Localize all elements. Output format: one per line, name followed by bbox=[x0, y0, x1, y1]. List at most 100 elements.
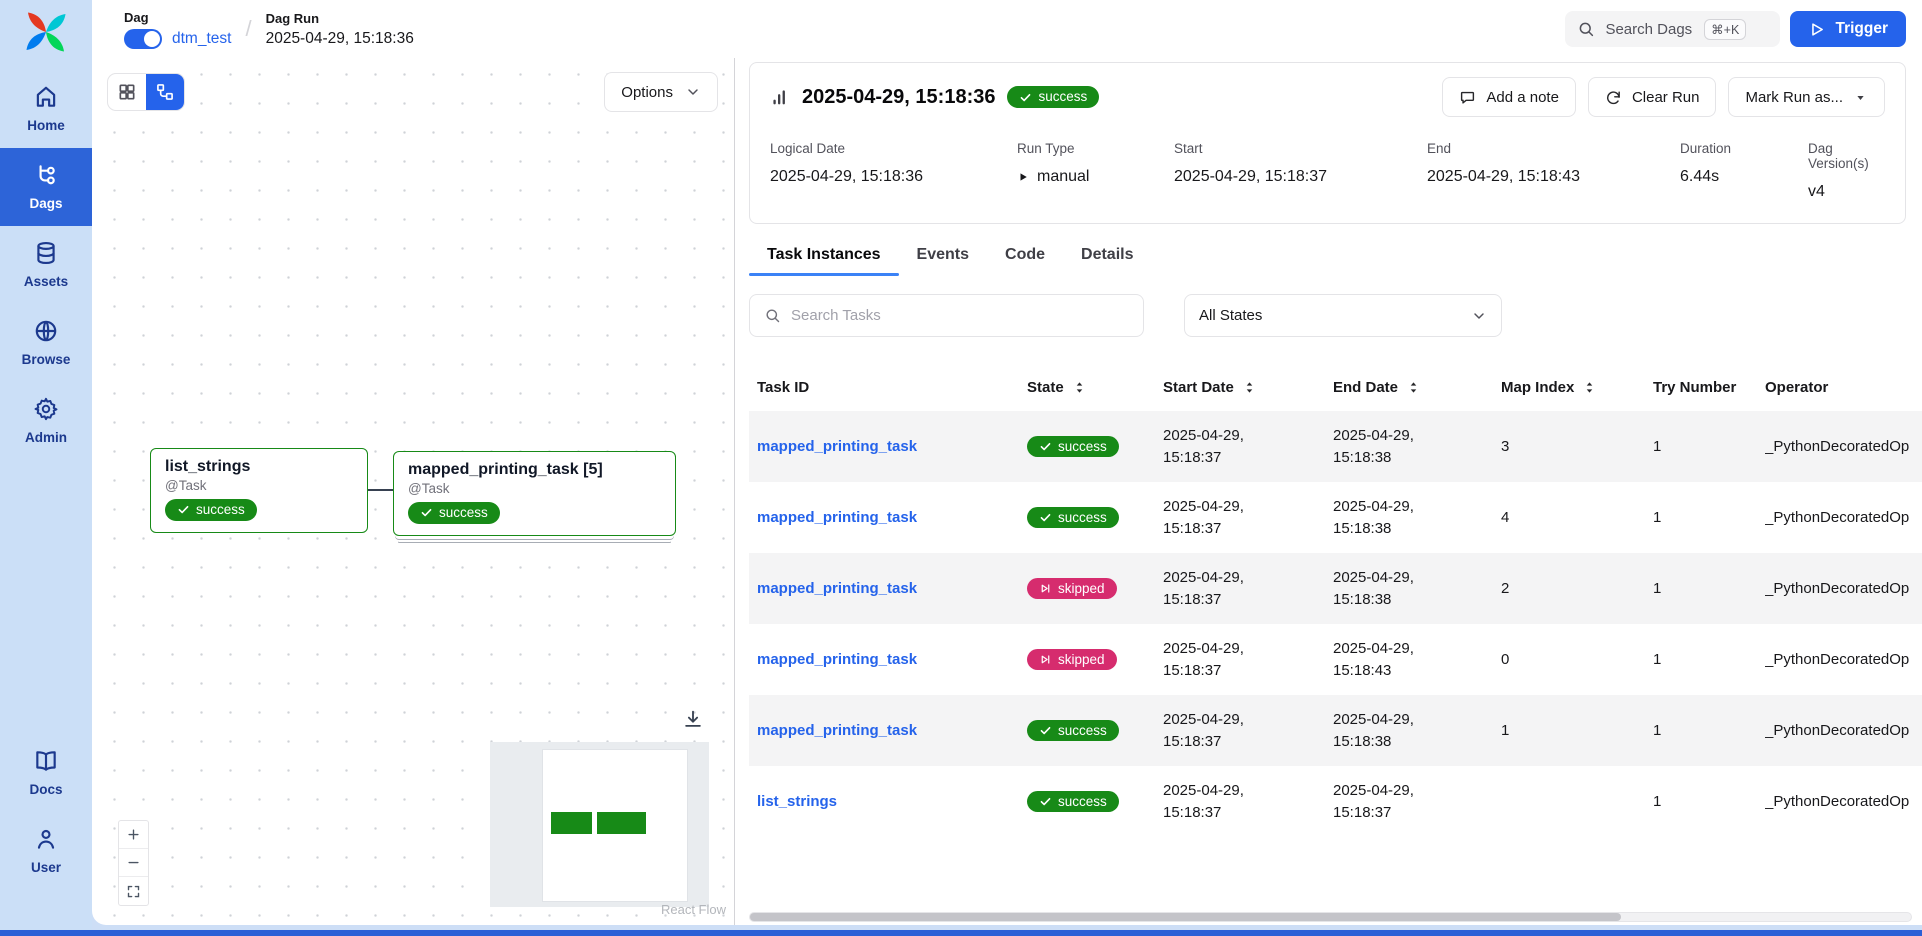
state-badge: success bbox=[1027, 507, 1119, 529]
node-state-badge: success bbox=[408, 502, 500, 524]
meta-label: Duration bbox=[1680, 141, 1808, 156]
search-icon bbox=[1577, 20, 1595, 38]
sidebar-item-label: Assets bbox=[24, 274, 68, 289]
sidebar-nav-bottom: Docs User bbox=[0, 734, 92, 890]
try-number-value: 1 bbox=[1653, 722, 1661, 739]
dags-icon bbox=[33, 162, 59, 188]
try-number-value: 1 bbox=[1653, 580, 1661, 597]
sort-icon[interactable] bbox=[1072, 380, 1087, 395]
fit-view-button[interactable] bbox=[119, 877, 148, 905]
horizontal-scrollbar[interactable] bbox=[749, 912, 1912, 922]
map-index-value: 0 bbox=[1501, 651, 1509, 668]
meta-label: Run Type bbox=[1017, 141, 1174, 156]
sidebar-item-browse[interactable]: Browse bbox=[0, 304, 92, 382]
try-number-value: 1 bbox=[1653, 651, 1661, 668]
sidebar-item-user[interactable]: User bbox=[0, 812, 92, 890]
dag-pause-toggle[interactable] bbox=[124, 29, 162, 49]
map-index-value: 4 bbox=[1501, 509, 1509, 526]
scrollbar-thumb[interactable] bbox=[750, 913, 1621, 921]
clear-run-button[interactable]: Clear Run bbox=[1588, 77, 1717, 117]
search-tasks-input[interactable]: Search Tasks bbox=[749, 294, 1144, 337]
meta-label: End bbox=[1427, 141, 1680, 156]
breadcrumb-separator: / bbox=[245, 16, 251, 42]
breadcrumb-dagrun-value: 2025-04-29, 15:18:36 bbox=[266, 30, 414, 48]
task-filters: Search Tasks All States bbox=[749, 294, 1922, 337]
meta-value: v4 bbox=[1808, 183, 1885, 201]
map-index-value: 1 bbox=[1501, 722, 1509, 739]
operator-value: _PythonDecoratedOp bbox=[1765, 793, 1922, 810]
trigger-button[interactable]: Trigger bbox=[1790, 11, 1906, 47]
play-icon bbox=[1808, 21, 1825, 38]
search-icon bbox=[764, 307, 781, 324]
state-filter-select[interactable]: All States bbox=[1184, 294, 1502, 337]
run-meta-logical-date: Logical Date2025-04-29, 15:18:36 bbox=[770, 141, 1017, 201]
search-dags-input[interactable]: Search Dags ⌘+K bbox=[1565, 11, 1780, 47]
meta-value: 6.44s bbox=[1680, 168, 1808, 186]
sidebar-nav-top: HomeDags Assets BrowseAdmin bbox=[0, 70, 92, 460]
task-edge bbox=[368, 489, 393, 491]
tab-details[interactable]: Details bbox=[1063, 240, 1151, 276]
table-row: list_stringssuccess2025-04-29,15:18:3720… bbox=[749, 766, 1922, 837]
topbar-actions: Search Dags ⌘+K Trigger bbox=[1565, 11, 1906, 47]
react-flow-attribution: React Flow bbox=[661, 902, 726, 917]
tab-task-instances[interactable]: Task Instances bbox=[749, 240, 899, 276]
meta-value: 2025-04-29, 15:18:37 bbox=[1174, 168, 1427, 186]
content-split: Options list_strings @Task success mappe… bbox=[92, 58, 1922, 925]
operator-value: _PythonDecoratedOp bbox=[1765, 509, 1922, 526]
task-link[interactable]: mapped_printing_task bbox=[757, 651, 917, 668]
zoom-in-button[interactable] bbox=[119, 821, 148, 849]
task-node-list-strings[interactable]: list_strings @Task success bbox=[150, 448, 368, 533]
grid-view-button[interactable] bbox=[108, 74, 146, 110]
task-link[interactable]: mapped_printing_task bbox=[757, 438, 917, 455]
sidebar-item-home[interactable]: Home bbox=[0, 70, 92, 148]
chevron-down-icon bbox=[685, 84, 701, 100]
caret-down-icon bbox=[1853, 90, 1868, 105]
sidebar-item-admin[interactable]: Admin bbox=[0, 382, 92, 460]
sidebar-item-docs[interactable]: Docs bbox=[0, 734, 92, 812]
check-icon bbox=[177, 503, 190, 516]
sidebar-item-label: User bbox=[31, 860, 61, 875]
meta-label: Dag Version(s) bbox=[1808, 141, 1885, 171]
task-link[interactable]: mapped_printing_task bbox=[757, 509, 917, 526]
task-node-mapped-printing-task[interactable]: mapped_printing_task [5] @Task success bbox=[393, 451, 676, 536]
check-icon bbox=[1039, 511, 1052, 524]
state-badge: skipped bbox=[1027, 578, 1117, 600]
sort-icon[interactable] bbox=[1582, 380, 1597, 395]
run-meta-start: Start2025-04-29, 15:18:37 bbox=[1174, 141, 1427, 201]
table-header: Task IDStateStart DateEnd DateMap IndexT… bbox=[749, 363, 1922, 411]
tab-events[interactable]: Events bbox=[899, 240, 987, 276]
task-link[interactable]: list_strings bbox=[757, 793, 837, 810]
chart-bars-icon bbox=[770, 87, 790, 107]
graph-view-button[interactable] bbox=[146, 74, 184, 110]
node-title: list_strings bbox=[165, 458, 353, 476]
dag-graph-panel: Options list_strings @Task success mappe… bbox=[92, 58, 735, 925]
zoom-out-button[interactable] bbox=[119, 849, 148, 877]
zoom-controls bbox=[118, 820, 149, 906]
sidebar-item-assets[interactable]: Assets bbox=[0, 226, 92, 304]
breadcrumb-dag-link[interactable]: dtm_test bbox=[172, 30, 231, 48]
window-bottom-edge bbox=[0, 930, 1922, 936]
assets-icon bbox=[33, 240, 59, 266]
sort-icon[interactable] bbox=[1242, 380, 1257, 395]
task-link[interactable]: mapped_printing_task bbox=[757, 722, 917, 739]
state-badge: success bbox=[1027, 436, 1119, 458]
run-meta: Logical Date2025-04-29, 15:18:36Run Type… bbox=[770, 141, 1885, 201]
tabs: Task InstancesEventsCodeDetails bbox=[749, 240, 1922, 276]
map-index-value: 3 bbox=[1501, 438, 1509, 455]
mark-run-as-button[interactable]: Mark Run as... bbox=[1728, 77, 1885, 117]
options-button[interactable]: Options bbox=[604, 72, 718, 112]
sidebar-item-dags[interactable]: Dags bbox=[0, 148, 92, 226]
task-link[interactable]: mapped_printing_task bbox=[757, 580, 917, 597]
table-row: mapped_printing_tasksuccess2025-04-29,15… bbox=[749, 695, 1922, 766]
airflow-logo-icon[interactable] bbox=[22, 8, 70, 56]
download-graph-button[interactable] bbox=[682, 708, 704, 730]
check-icon bbox=[420, 506, 433, 519]
tab-code[interactable]: Code bbox=[987, 240, 1063, 276]
sort-icon[interactable] bbox=[1406, 380, 1421, 395]
graph-minimap[interactable] bbox=[490, 742, 709, 907]
home-icon bbox=[33, 84, 59, 110]
add-note-button[interactable]: Add a note bbox=[1442, 77, 1576, 117]
table-row: mapped_printing_taskskipped2025-04-29,15… bbox=[749, 553, 1922, 624]
docs-icon bbox=[33, 748, 59, 774]
column-header-map-index: Map Index bbox=[1501, 379, 1653, 396]
